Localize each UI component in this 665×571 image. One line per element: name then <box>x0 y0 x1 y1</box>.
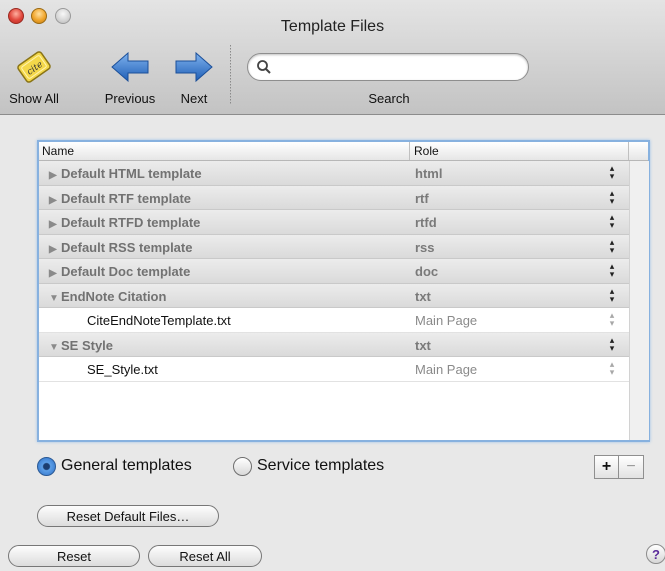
table-group-row[interactable]: ▼ EndNote Citation txt ▴ ▾ <box>39 283 629 308</box>
arrow-right-icon <box>175 51 213 83</box>
service-templates-label[interactable]: Service templates <box>257 457 384 475</box>
search-input[interactable] <box>274 58 518 78</box>
general-templates-label[interactable]: General templates <box>61 457 192 475</box>
table-rows: ▶ Default HTML template html ▴ ▾ ▶ Default RTF… <box>39 161 629 382</box>
row-name: Default RTFD template <box>61 215 201 230</box>
table-group-row[interactable]: ▶ Default Doc template doc ▴ ▾ <box>39 259 629 284</box>
row-role-value[interactable]: txt <box>415 289 431 304</box>
role-popup-arrows-icon[interactable]: ▴ ▾ <box>607 360 617 377</box>
row-name-cell: CiteEndNoteTemplate.txt <box>87 313 231 328</box>
show-all-button[interactable]: cite Show All <box>0 45 68 111</box>
template-files-window: Template Files cite Show All Previous Ne… <box>0 0 665 571</box>
row-name-cell: ▶ Default HTML template <box>49 166 202 181</box>
previous-button[interactable]: Previous <box>95 45 165 111</box>
general-templates-radio[interactable] <box>37 457 56 476</box>
toolbar-separator <box>230 45 231 105</box>
reset-all-button[interactable]: Reset All <box>148 545 262 567</box>
table-header: Name Role <box>39 142 648 161</box>
table-group-row[interactable]: ▶ Default RTF template rtf ▴ ▾ <box>39 185 629 210</box>
row-name: Default RSS template <box>61 239 193 255</box>
role-popup-arrows-icon[interactable]: ▴ ▾ <box>607 237 617 254</box>
table-group-row[interactable]: ▶ Default HTML template html ▴ ▾ <box>39 161 629 186</box>
role-popup-arrows-icon[interactable]: ▴ ▾ <box>607 286 617 303</box>
row-name: CiteEndNoteTemplate.txt <box>87 313 231 328</box>
next-label: Next <box>180 91 208 106</box>
row-role-value[interactable]: Main Page <box>415 313 477 328</box>
next-button[interactable]: Next <box>168 45 220 111</box>
disclosure-collapsed-icon[interactable]: ▶ <box>49 244 61 255</box>
row-name-cell: ▼ EndNote Citation <box>49 289 166 304</box>
search-field[interactable] <box>247 53 529 81</box>
reset-default-files-button[interactable]: Reset Default Files… <box>37 505 219 527</box>
search-label: Search <box>368 91 410 106</box>
toolbar: Template Files cite Show All Previous Ne… <box>0 0 665 115</box>
row-role-value[interactable]: doc <box>415 264 438 279</box>
role-popup-arrows-icon[interactable]: ▴ ▾ <box>607 262 617 279</box>
row-name-cell: ▶ Default RTFD template <box>49 215 200 230</box>
arrow-left-icon <box>111 51 149 83</box>
row-name: Default Doc template <box>61 264 191 279</box>
role-popup-arrows-icon[interactable]: ▴ ▾ <box>607 164 617 181</box>
disclosure-expanded-icon[interactable]: ▼ <box>49 293 61 304</box>
role-popup-arrows-icon[interactable]: ▴ ▾ <box>607 335 617 352</box>
row-name: SE_Style.txt <box>87 362 158 377</box>
table-row[interactable]: SE_Style.txt Main Page ▴ ▾ <box>39 357 629 382</box>
disclosure-collapsed-icon[interactable]: ▶ <box>49 195 61 206</box>
column-header-role[interactable]: Role <box>414 144 439 158</box>
role-popup-arrows-icon[interactable]: ▴ ▾ <box>607 188 617 205</box>
show-all-label: Show All <box>9 91 59 106</box>
template-table[interactable]: Name Role ▶ Default HTML template html ▴ ▾ ▶ D… <box>37 140 650 442</box>
previous-label: Previous <box>104 91 156 106</box>
row-name: SE Style <box>61 337 114 353</box>
row-role-value[interactable]: rtfd <box>415 215 437 230</box>
window-title: Template Files <box>280 18 385 35</box>
magnifier-icon <box>257 60 271 74</box>
role-popup-arrows-icon[interactable]: ▴ ▾ <box>607 213 617 230</box>
row-name-cell: ▶ Default Doc template <box>49 264 190 279</box>
column-divider <box>409 142 410 160</box>
table-row[interactable]: CiteEndNoteTemplate.txt Main Page ▴ ▾ <box>39 308 629 333</box>
row-role-value[interactable]: rtf <box>415 191 429 206</box>
table-scroll-track <box>629 161 649 440</box>
row-role-value[interactable]: Main Page <box>415 362 477 377</box>
column-divider <box>628 142 629 160</box>
role-popup-arrows-icon[interactable]: ▴ ▾ <box>607 311 617 328</box>
search-item: Search <box>247 45 531 111</box>
row-role-value[interactable]: txt <box>415 338 431 353</box>
row-name: Default RTF template <box>61 190 192 206</box>
disclosure-collapsed-icon[interactable]: ▶ <box>49 268 61 279</box>
disclosure-collapsed-icon[interactable]: ▶ <box>49 170 61 181</box>
table-group-row[interactable]: ▶ Default RTFD template rtfd ▴ ▾ <box>39 210 629 235</box>
reset-button[interactable]: Reset <box>8 545 140 567</box>
row-name-cell: SE_Style.txt <box>87 362 158 377</box>
row-name: Default HTML template <box>61 166 202 181</box>
disclosure-collapsed-icon[interactable]: ▶ <box>49 219 61 230</box>
table-group-row[interactable]: ▶ Default RSS template rss ▴ ▾ <box>39 234 629 259</box>
service-templates-radio[interactable] <box>233 457 252 476</box>
row-role-value[interactable]: rss <box>415 240 435 255</box>
table-group-row[interactable]: ▼ SE Style txt ▴ ▾ <box>39 332 629 357</box>
row-name-cell: ▶ Default RTF template <box>49 191 191 206</box>
row-role-value[interactable]: html <box>415 166 442 181</box>
remove-template-button[interactable]: − <box>619 455 644 479</box>
row-name-cell: ▼ SE Style <box>49 338 113 353</box>
add-template-button[interactable]: + <box>594 455 619 479</box>
row-name: EndNote Citation <box>61 288 167 304</box>
column-header-name[interactable]: Name <box>42 144 74 158</box>
help-button[interactable]: ? <box>646 544 665 564</box>
row-name-cell: ▶ Default RSS template <box>49 240 192 255</box>
cite-badge-icon: cite <box>17 51 51 83</box>
disclosure-expanded-icon[interactable]: ▼ <box>49 342 61 353</box>
